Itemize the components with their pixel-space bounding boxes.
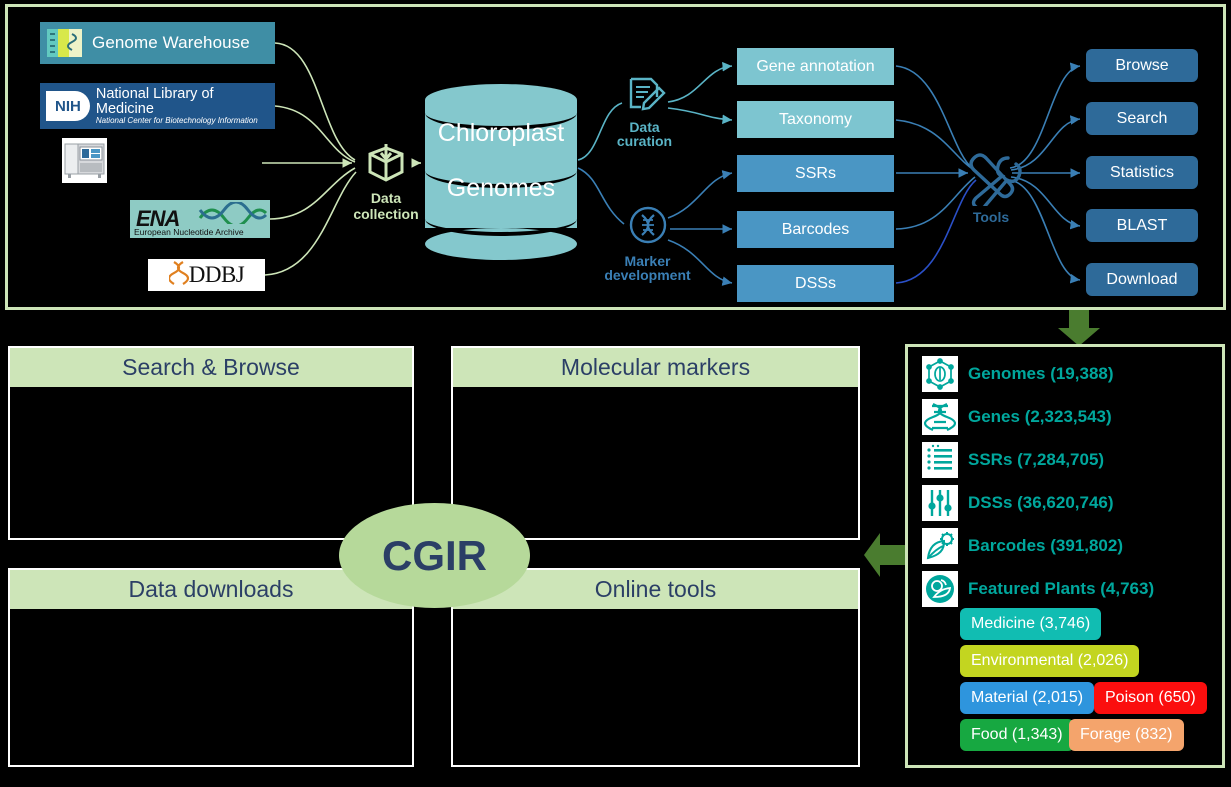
source-text: National Library of Medicine National Ce… — [95, 85, 275, 126]
tag-poison[interactable]: Poison (650) — [1094, 682, 1207, 714]
panel-molecular-markers[interactable]: Molecular markers — [451, 346, 860, 540]
action-download[interactable]: Download — [1086, 263, 1198, 296]
data-collection-node: Data collection — [338, 140, 434, 222]
tag-material[interactable]: Material (2,015) — [960, 682, 1095, 714]
stat-label: Genes (2,323,543) — [968, 407, 1112, 426]
node-label-line2: collection — [353, 206, 419, 223]
tag-environmental[interactable]: Environmental (2,026) — [960, 645, 1140, 677]
stat-row-ssrs[interactable]: SSRs (7,284,705) — [922, 441, 1104, 479]
stat-label: Featured Plants (4,763) — [968, 579, 1155, 598]
stat-label: SSRs (7,284,705) — [968, 450, 1105, 469]
cylinder-rule — [425, 202, 577, 236]
plant-circle-icon — [922, 571, 958, 607]
tools-node: Tools — [950, 148, 1032, 225]
nih-badge: NIH — [46, 91, 90, 121]
source-sublabel: National Center for Biotechnology Inform… — [95, 116, 258, 126]
tag-forage[interactable]: Forage (832) — [1069, 719, 1184, 751]
action-browse[interactable]: Browse — [1086, 49, 1198, 82]
sequencer-icon — [62, 136, 107, 186]
source-label: DDBJ — [188, 262, 245, 287]
node-label-line2: curation — [616, 133, 673, 150]
dna-helix-icon — [922, 399, 958, 435]
category-ssrs[interactable]: SSRs — [737, 155, 894, 192]
stat-label: Barcodes (391,802) — [968, 536, 1123, 555]
tools-label: Tools — [972, 209, 1010, 225]
genome-network-icon — [922, 356, 958, 392]
panel-title: Search & Browse — [10, 348, 412, 387]
database-label-line2: Genomes — [446, 174, 556, 202]
panel-search-browse[interactable]: Search & Browse — [8, 346, 414, 540]
source-label: National Library of Medicine — [95, 85, 214, 117]
node-label-line1: Data — [629, 118, 660, 135]
marker-development-node: Marker development — [575, 205, 720, 283]
dna-circle-icon — [625, 206, 671, 254]
database-label-line1: Chloroplast — [437, 119, 565, 147]
source-nlm[interactable]: NIH National Library of Medicine Nationa… — [40, 83, 275, 129]
panel-title: Molecular markers — [453, 348, 858, 387]
leaf-gear-icon — [922, 528, 958, 564]
source-sequencer[interactable] — [62, 138, 107, 183]
panel-data-downloads[interactable]: Data downloads — [8, 568, 414, 767]
database-cylinder: Chloroplast Genomes — [425, 84, 577, 260]
data-curation-node: Data curation — [592, 75, 697, 149]
document-pencil-icon — [621, 77, 669, 120]
source-genome-warehouse[interactable]: Genome Warehouse — [40, 22, 275, 64]
cgir-brand-badge: CGIR — [339, 503, 530, 608]
stat-label: Genomes (19,388) — [968, 364, 1114, 383]
action-blast[interactable]: BLAST — [1086, 209, 1198, 242]
panel-online-tools[interactable]: Online tools — [451, 568, 860, 767]
stat-row-barcodes[interactable]: Barcodes (391,802) — [922, 527, 1123, 565]
dna-wave-icon — [198, 200, 268, 229]
category-barcodes[interactable]: Barcodes — [737, 211, 894, 248]
category-gene-annotation[interactable]: Gene annotation — [737, 48, 894, 85]
action-search[interactable]: Search — [1086, 102, 1198, 135]
category-dsss[interactable]: DSSs — [737, 265, 894, 302]
source-ddbj[interactable]: DDBJ — [148, 259, 265, 291]
repeat-list-icon — [922, 442, 958, 478]
node-label-line1: Marker — [624, 252, 671, 269]
genome-warehouse-icon — [45, 26, 85, 60]
category-taxonomy[interactable]: Taxonomy — [737, 101, 894, 138]
node-label-line1: Data — [370, 189, 402, 206]
sliders-icon — [922, 485, 958, 521]
source-ena[interactable]: ENA European Nucleotide Archive — [130, 200, 270, 238]
stat-label: DSSs (36,620,746) — [968, 493, 1114, 512]
source-sublabel: European Nucleotide Archive — [134, 227, 244, 237]
statistics-frame: Genomes (19,388) Genes (2,323,543) SSRs … — [905, 344, 1225, 768]
hammer-wrench-icon — [960, 153, 1022, 211]
source-label: Genome Warehouse — [92, 33, 250, 52]
stat-row-featured-plants[interactable]: Featured Plants (4,763) — [922, 570, 1154, 608]
stat-row-genomes[interactable]: Genomes (19,388) — [922, 355, 1114, 393]
node-label-line2: development — [604, 267, 691, 284]
action-statistics[interactable]: Statistics — [1086, 156, 1198, 189]
tag-medicine[interactable]: Medicine (3,746) — [960, 608, 1102, 640]
stat-row-dsss[interactable]: DSSs (36,620,746) — [922, 484, 1114, 522]
ddbj-helix-icon — [167, 260, 189, 291]
stat-row-genes[interactable]: Genes (2,323,543) — [922, 398, 1112, 436]
flow-arrow-left — [862, 527, 908, 588]
tag-food[interactable]: Food (1,343) — [960, 719, 1074, 751]
cube-download-icon — [360, 144, 412, 189]
